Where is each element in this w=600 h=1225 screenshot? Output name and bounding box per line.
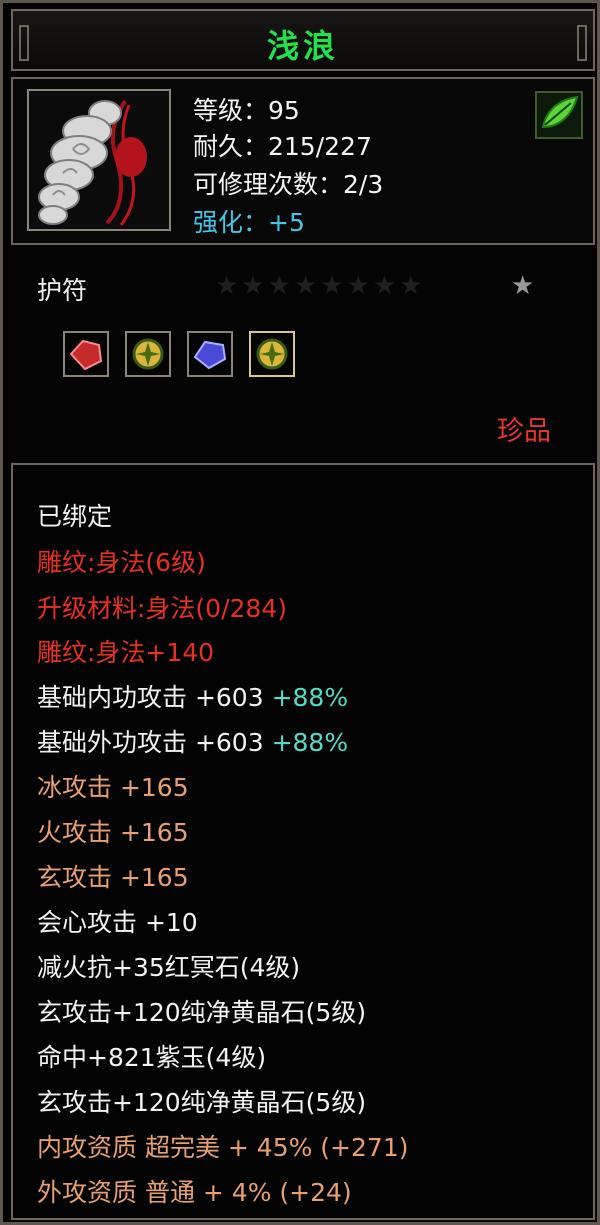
item-repair-count: 可修理次数：2/3 xyxy=(193,170,384,199)
red-gem-icon xyxy=(63,331,109,377)
upgrade-material: 升级材料:身法(0/284) xyxy=(37,594,287,623)
item-rarity: 珍品 xyxy=(497,416,551,447)
item-tooltip: 浅浪 等级：95 耐久：215/227 可修理次数：2/3 强化：+5 护符 ★… xyxy=(0,0,600,1225)
outer-quality-stat: 外攻资质 普通 + 4% (+24) xyxy=(37,1178,352,1207)
outer-attack-value: 基础外功攻击 +603 xyxy=(37,728,264,757)
outer-attack-pct: +88% xyxy=(271,728,349,757)
yellow-crystal-icon xyxy=(249,331,295,377)
item-level: 等级：95 xyxy=(193,96,300,125)
inner-attack-value: 基础内功攻击 +603 xyxy=(37,683,264,712)
inner-attack-pct: +88% xyxy=(271,683,349,712)
item-type: 护符 xyxy=(37,276,88,305)
star-rating-lit: ★ xyxy=(511,271,535,301)
carve-bonus: 雕纹:身法+140 xyxy=(37,638,215,667)
amulet-jade-icon xyxy=(27,89,171,231)
fire-attack-stat: 火攻击 +165 xyxy=(37,818,189,847)
yellow-crystal-icon xyxy=(125,331,171,377)
inner-attack-stat: 基础内功攻击 +603 +88% xyxy=(37,678,348,714)
outer-attack-stat: 基础外功攻击 +603 +88% xyxy=(37,723,348,759)
carve-level: 雕纹:身法(6级) xyxy=(37,548,206,577)
green-leaf-grade-icon xyxy=(535,91,583,139)
item-durability: 耐久：215/227 xyxy=(193,132,372,161)
item-enhance-level: 强化：+5 xyxy=(193,208,305,237)
crit-attack-stat: 会心攻击 +10 xyxy=(37,908,198,937)
purple-jade-icon xyxy=(187,331,233,377)
title-bar: 浅浪 xyxy=(11,9,595,71)
bound-status: 已绑定 xyxy=(37,502,113,531)
ice-attack-stat: 冰攻击 +165 xyxy=(37,773,189,802)
item-name: 浅浪 xyxy=(266,27,339,65)
inner-quality-stat: 内攻资质 超完美 + 45% (+271) xyxy=(37,1133,409,1162)
socket-stat-4: 玄攻击+120纯净黄晶石(5级) xyxy=(37,1088,367,1117)
socket-stat-2: 玄攻击+120纯净黄晶石(5级) xyxy=(37,998,367,1027)
socket-stat-1: 减火抗+35红冥石(4级) xyxy=(37,953,301,982)
item-info-panel: 等级：95 耐久：215/227 可修理次数：2/3 强化：+5 xyxy=(11,77,595,245)
star-rating-unlit: ★★★★★★★★ xyxy=(215,271,426,301)
socket-stat-3: 命中+821紫玉(4级) xyxy=(37,1043,267,1072)
xuan-attack-stat: 玄攻击 +165 xyxy=(37,863,189,892)
